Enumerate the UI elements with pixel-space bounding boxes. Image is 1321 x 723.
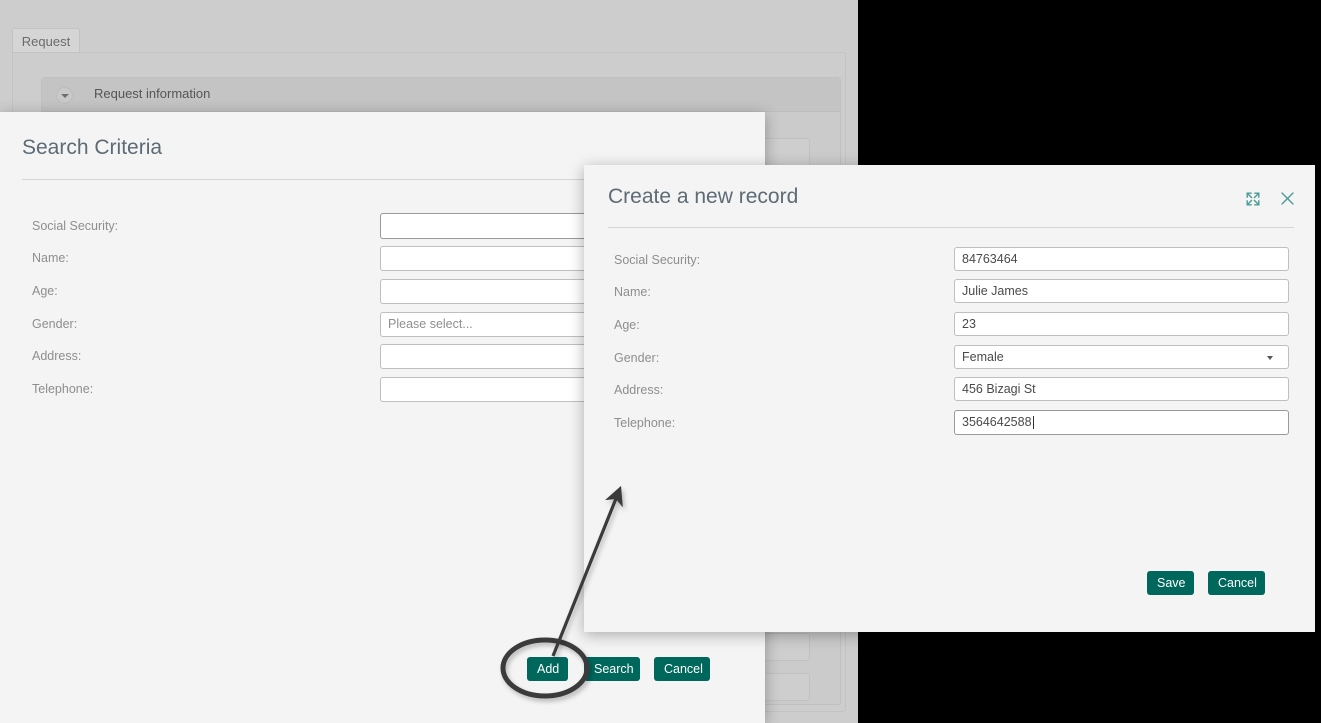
create-field-value-age: 23 [962,316,976,331]
create-field-label-social-security: Social Security: [614,253,701,267]
search-field-label-gender: Gender: [32,317,78,331]
create-record-divider [608,227,1294,228]
create-field-input-address[interactable]: 456 Bizagi St [954,377,1289,401]
create-field-label-name: Name: [614,285,651,299]
add-button[interactable]: Add [527,657,568,681]
create-field-input-social-security[interactable]: 84763464 [954,247,1289,271]
section-header[interactable]: Request information [42,78,840,112]
create-field-value-gender: Female [962,349,1004,364]
save-button[interactable]: Save [1147,571,1194,595]
create-field-input-telephone[interactable]: 3564642588 [954,410,1289,435]
search-field-label-address: Address: [32,349,82,363]
chevron-down-icon[interactable] [56,87,73,104]
search-field-label-age: Age: [32,284,58,298]
search-field-value-gender: Please select... [388,317,473,332]
create-field-label-address: Address: [614,383,664,397]
create-cancel-button[interactable]: Cancel [1208,571,1265,595]
search-field-label-name: Name: [32,251,69,265]
create-field-value-name: Julie James [962,283,1028,298]
tab-request-label: Request [21,34,71,49]
create-record-dialog: Create a new record Social Security: 847… [584,165,1315,632]
create-field-value-telephone: 3564642588 [962,415,1032,430]
create-field-value-address: 456 Bizagi St [962,381,1036,396]
search-field-label-telephone: Telephone: [32,382,94,396]
create-record-window-controls [1245,190,1296,208]
create-field-select-gender[interactable]: Female [954,345,1289,369]
create-field-input-age[interactable]: 23 [954,312,1289,336]
close-icon[interactable] [1279,190,1296,207]
search-button[interactable]: Search [584,657,640,681]
create-field-value-social-security: 84763464 [962,251,1018,266]
tab-request[interactable]: Request [12,28,80,53]
create-field-label-age: Age: [614,318,640,332]
expand-icon[interactable] [1245,191,1261,207]
search-cancel-button[interactable]: Cancel [654,657,710,681]
search-field-label-social-security: Social Security: [32,219,119,233]
screen: Request Request information Search Crite… [0,0,1321,723]
chevron-down-icon[interactable] [1267,356,1273,360]
text-cursor [1032,416,1034,429]
create-field-label-gender: Gender: [614,351,660,365]
search-criteria-title: Search Criteria [22,136,163,159]
section-title: Request information [94,86,211,101]
create-field-input-name[interactable]: Julie James [954,279,1289,303]
create-record-title: Create a new record [608,185,799,208]
create-field-label-telephone: Telephone: [614,416,676,430]
